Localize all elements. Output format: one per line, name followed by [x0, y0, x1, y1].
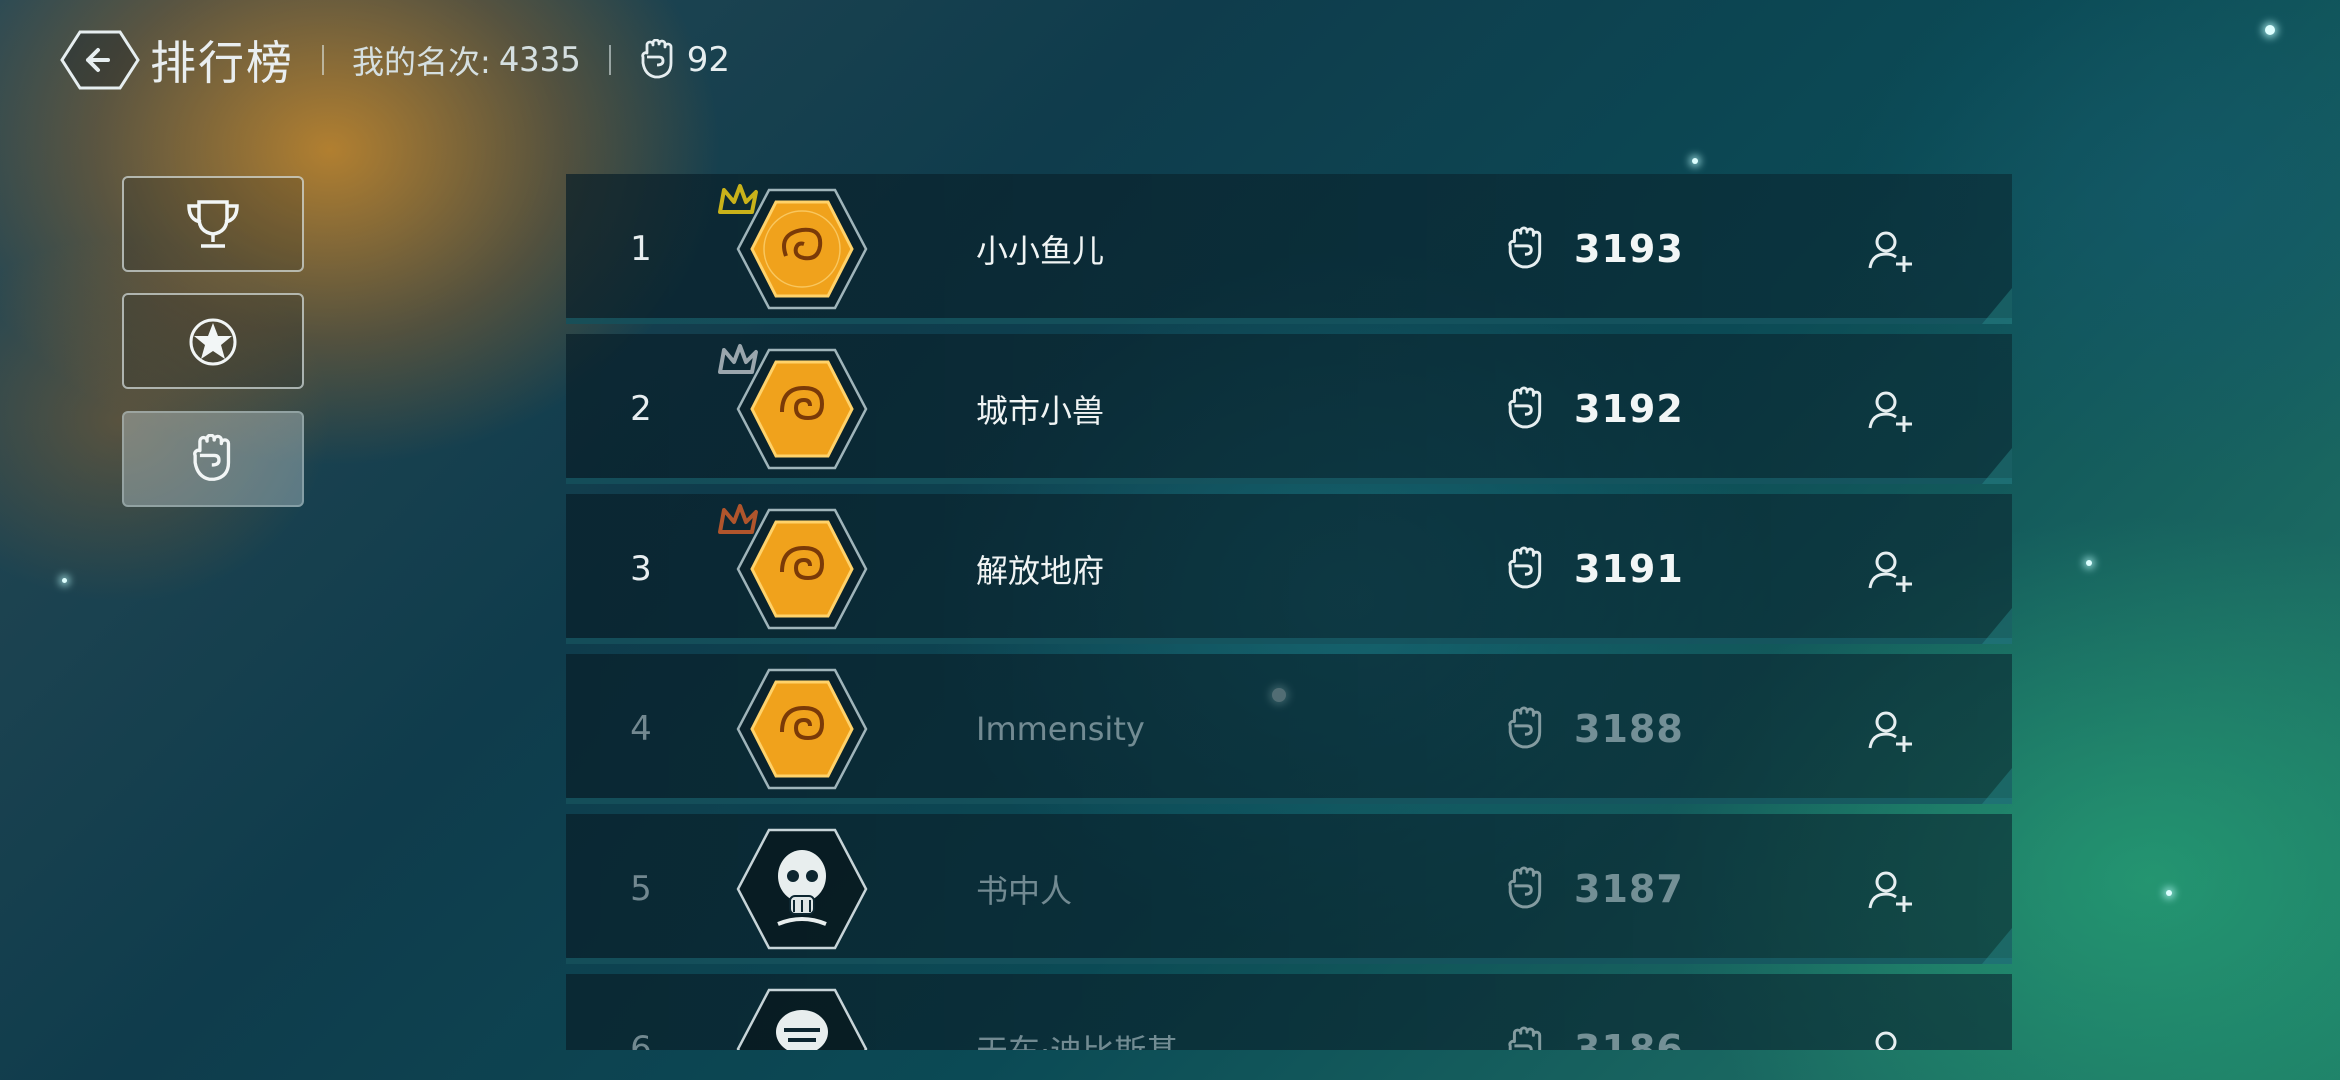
leaderboard-row: 4 Immensity 3188 [566, 654, 2012, 804]
mech-emblem-badge [736, 988, 868, 1050]
trophy-icon [187, 200, 239, 248]
back-button[interactable] [60, 28, 140, 92]
gold-emblem-badge [736, 508, 868, 630]
fist-icon [1508, 866, 1542, 909]
player-name: 城市小兽 [976, 392, 1105, 430]
player-score: 3193 [1574, 227, 1684, 271]
fist-icon [1508, 706, 1542, 749]
page-title: 排行榜 [150, 36, 294, 90]
fist-icon [1508, 546, 1542, 589]
skull-mask-emblem-badge [736, 828, 868, 950]
divider [322, 45, 324, 75]
gold-emblem-badge [736, 668, 868, 790]
player-score: 3191 [1574, 547, 1684, 591]
add-friend-icon[interactable] [1866, 386, 1916, 436]
rank-number: 1 [630, 229, 652, 269]
fist-icon [193, 434, 231, 481]
background-star [1692, 158, 1698, 164]
background-star [2265, 25, 2275, 35]
divider [608, 45, 611, 75]
player-name: Immensity [976, 710, 1145, 748]
player-score: 3188 [1574, 707, 1684, 751]
my-rank-value: 4335 [498, 40, 581, 80]
player-name: 小小鱼儿 [976, 232, 1105, 270]
rank-number: 2 [630, 389, 652, 429]
leaderboard-row: 1 小小鱼儿 3193 [566, 174, 2012, 324]
rank-number: 6 [630, 1029, 652, 1050]
add-friend-icon[interactable] [1866, 866, 1916, 916]
tab-trophy[interactable] [122, 176, 304, 272]
gold-emblem-badge [736, 348, 868, 470]
leaderboard-row: 2 城市小兽 3192 [566, 334, 2012, 484]
star-icon [189, 318, 237, 366]
my-score-value: 92 [686, 40, 730, 80]
top-bar: 排行榜 我的名次: 4335 92 [60, 28, 730, 92]
add-friend-icon[interactable] [1866, 546, 1916, 596]
tab-fist[interactable] [122, 411, 304, 507]
add-friend-icon[interactable] [1866, 226, 1916, 276]
my-rank-label: 我的名次: [352, 43, 491, 81]
rank-number: 4 [630, 709, 652, 749]
fist-icon [1508, 386, 1542, 429]
fist-icon [641, 39, 673, 79]
player-name: 解放地府 [976, 552, 1105, 590]
leaderboard-row: 6 天车·迪比斯基 3186 [566, 974, 2012, 1050]
player-name: 书中人 [976, 872, 1073, 910]
background-star [2166, 890, 2172, 896]
rank-number: 5 [630, 869, 652, 909]
rank-number: 3 [630, 549, 652, 589]
player-score: 3186 [1574, 1027, 1684, 1050]
leaderboard-list[interactable]: 1 小小鱼儿 3193 2 城市小兽 3192 3 解放地府 3191 4 Im… [566, 174, 2012, 1050]
player-score: 3187 [1574, 867, 1684, 911]
gold-emblem-badge [736, 188, 868, 310]
my-rank: 我的名次: 4335 [352, 37, 581, 83]
player-score: 3192 [1574, 387, 1684, 431]
fist-icon [1508, 226, 1542, 269]
background-star [62, 578, 67, 583]
my-score: 92 [639, 39, 730, 81]
fist-icon [1508, 1026, 1542, 1050]
leaderboard-row: 3 解放地府 3191 [566, 494, 2012, 644]
add-friend-icon[interactable] [1866, 706, 1916, 756]
add-friend-icon[interactable] [1866, 1026, 1916, 1050]
background-star [2086, 560, 2092, 566]
player-name: 天车·迪比斯基 [976, 974, 1178, 1050]
arrow-left-icon [60, 30, 140, 90]
tab-star[interactable] [122, 293, 304, 389]
leaderboard-row: 5 书中人 3187 [566, 814, 2012, 964]
